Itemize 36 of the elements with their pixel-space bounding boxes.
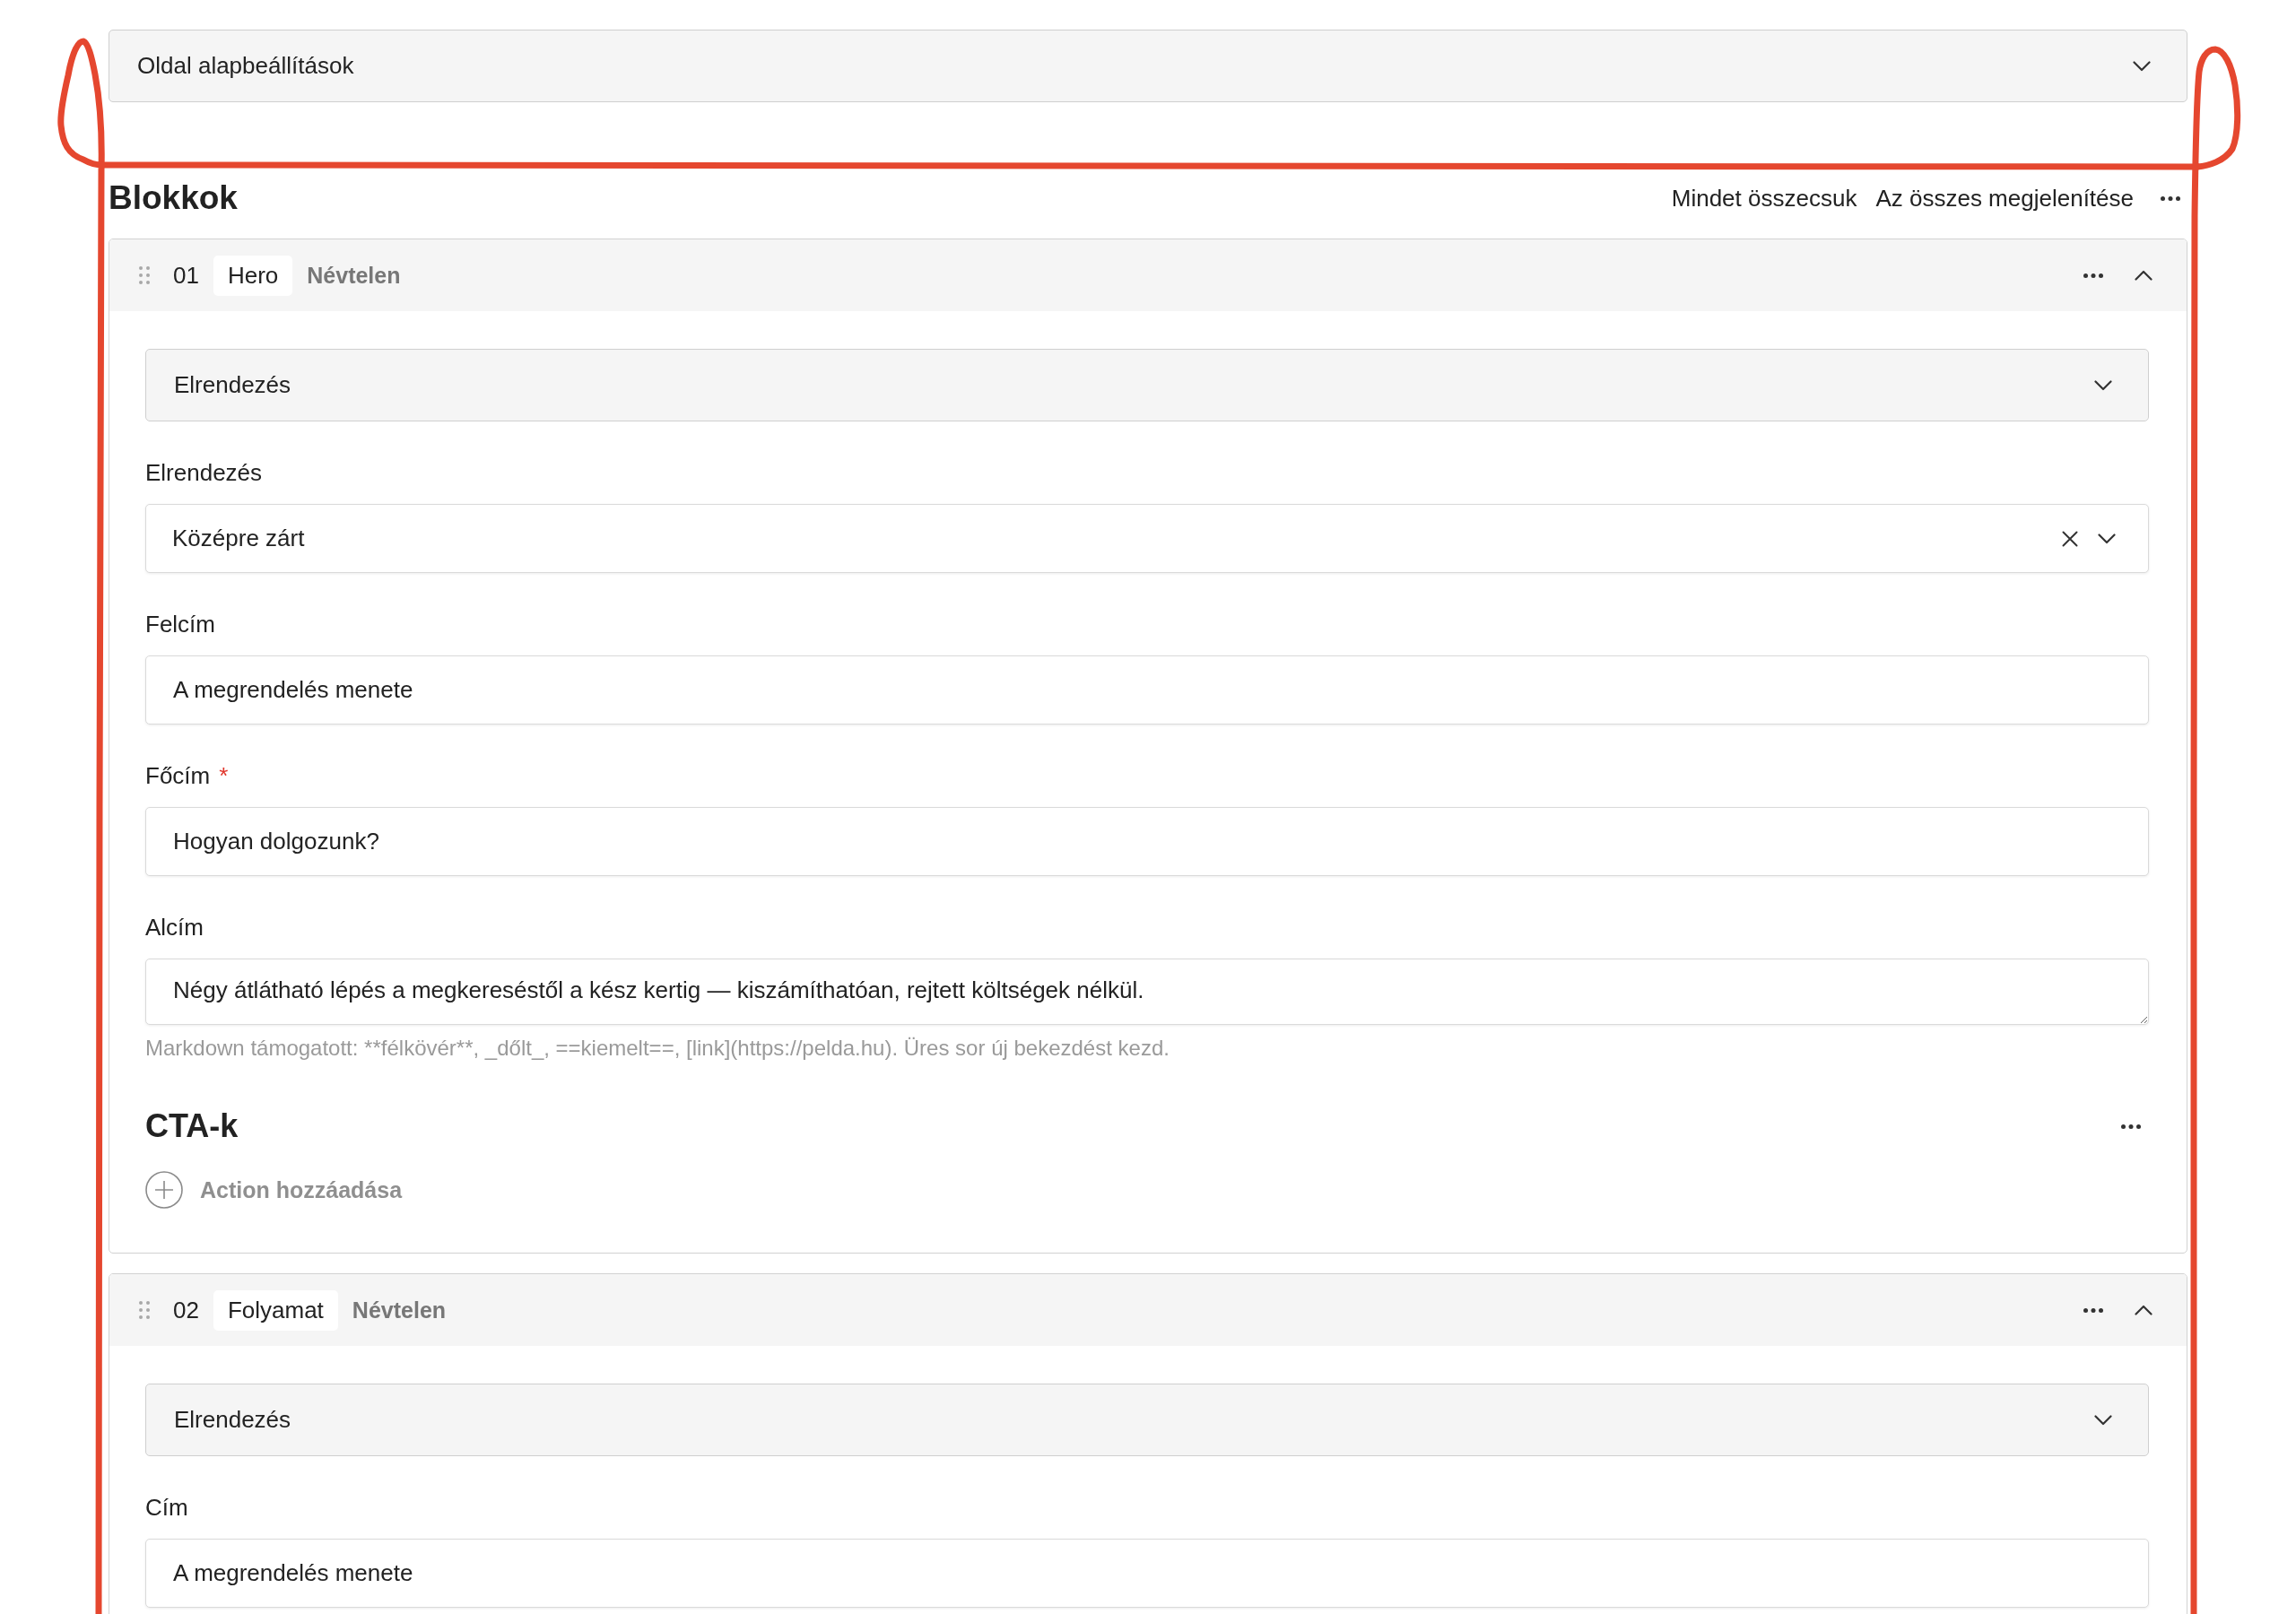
- more-icon[interactable]: [2161, 195, 2180, 201]
- field-label: Felcím: [145, 610, 215, 639]
- textarea-field[interactable]: Négy átlátható lépés a megkereséstől a kész kertig — kiszámíthatóan, rejtett költségek nélkül.: [145, 959, 2149, 1025]
- block-type-label: Hero: [213, 255, 293, 296]
- more-icon[interactable]: [2121, 1124, 2141, 1129]
- section-heading: CTA-k: [145, 1106, 239, 1146]
- chevron-up-icon[interactable]: [2135, 1305, 2152, 1315]
- help-text: Markdown támogatott: **félkövér**, _dőlt_, ==kiemelt==, [link](https://pelda.hu). Üres sor új bekezdést kezd.: [145, 1035, 1170, 1062]
- more-icon[interactable]: [2083, 273, 2103, 278]
- toolbar-button[interactable]: Az összes megjelenítése: [1875, 183, 2134, 213]
- block-type-label: Folyamat: [213, 1289, 338, 1331]
- text-input[interactable]: A megrendelés menete: [145, 655, 2149, 725]
- field-label: Alcím: [145, 913, 204, 942]
- block-name: Névtelen: [352, 1297, 447, 1323]
- field-label: Elrendezés: [145, 458, 263, 488]
- field-label: Cím: [145, 1493, 188, 1523]
- block-name: Névtelen: [307, 262, 401, 289]
- text-input[interactable]: Hogyan dolgozunk?: [145, 807, 2149, 876]
- collapsible-header[interactable]: Oldal alapbeállítások: [109, 30, 2187, 102]
- drag-handle-icon[interactable]: [139, 266, 150, 284]
- field-label: Főcím: [145, 761, 211, 791]
- block-number: 01: [173, 261, 199, 290]
- drag-handle-icon[interactable]: [139, 1301, 150, 1319]
- collapsible-header[interactable]: Elrendezés: [145, 1384, 2149, 1456]
- block-number: 02: [173, 1296, 199, 1324]
- collapsible-header[interactable]: Elrendezés: [145, 349, 2149, 421]
- text-input[interactable]: A megrendelés menete: [145, 1539, 2149, 1608]
- more-icon[interactable]: [2083, 1307, 2103, 1313]
- close-icon[interactable]: [2062, 530, 2078, 547]
- select-field[interactable]: Középre zárt: [145, 504, 2149, 573]
- toolbar-button[interactable]: Mindet összecsuk: [1671, 183, 1857, 213]
- required-mark: *: [219, 761, 229, 791]
- chevron-up-icon[interactable]: [2135, 270, 2152, 281]
- plus-circle-icon: [145, 1171, 183, 1209]
- chevron-down-icon: [2098, 533, 2116, 544]
- section-title: Blokkok: [109, 178, 238, 218]
